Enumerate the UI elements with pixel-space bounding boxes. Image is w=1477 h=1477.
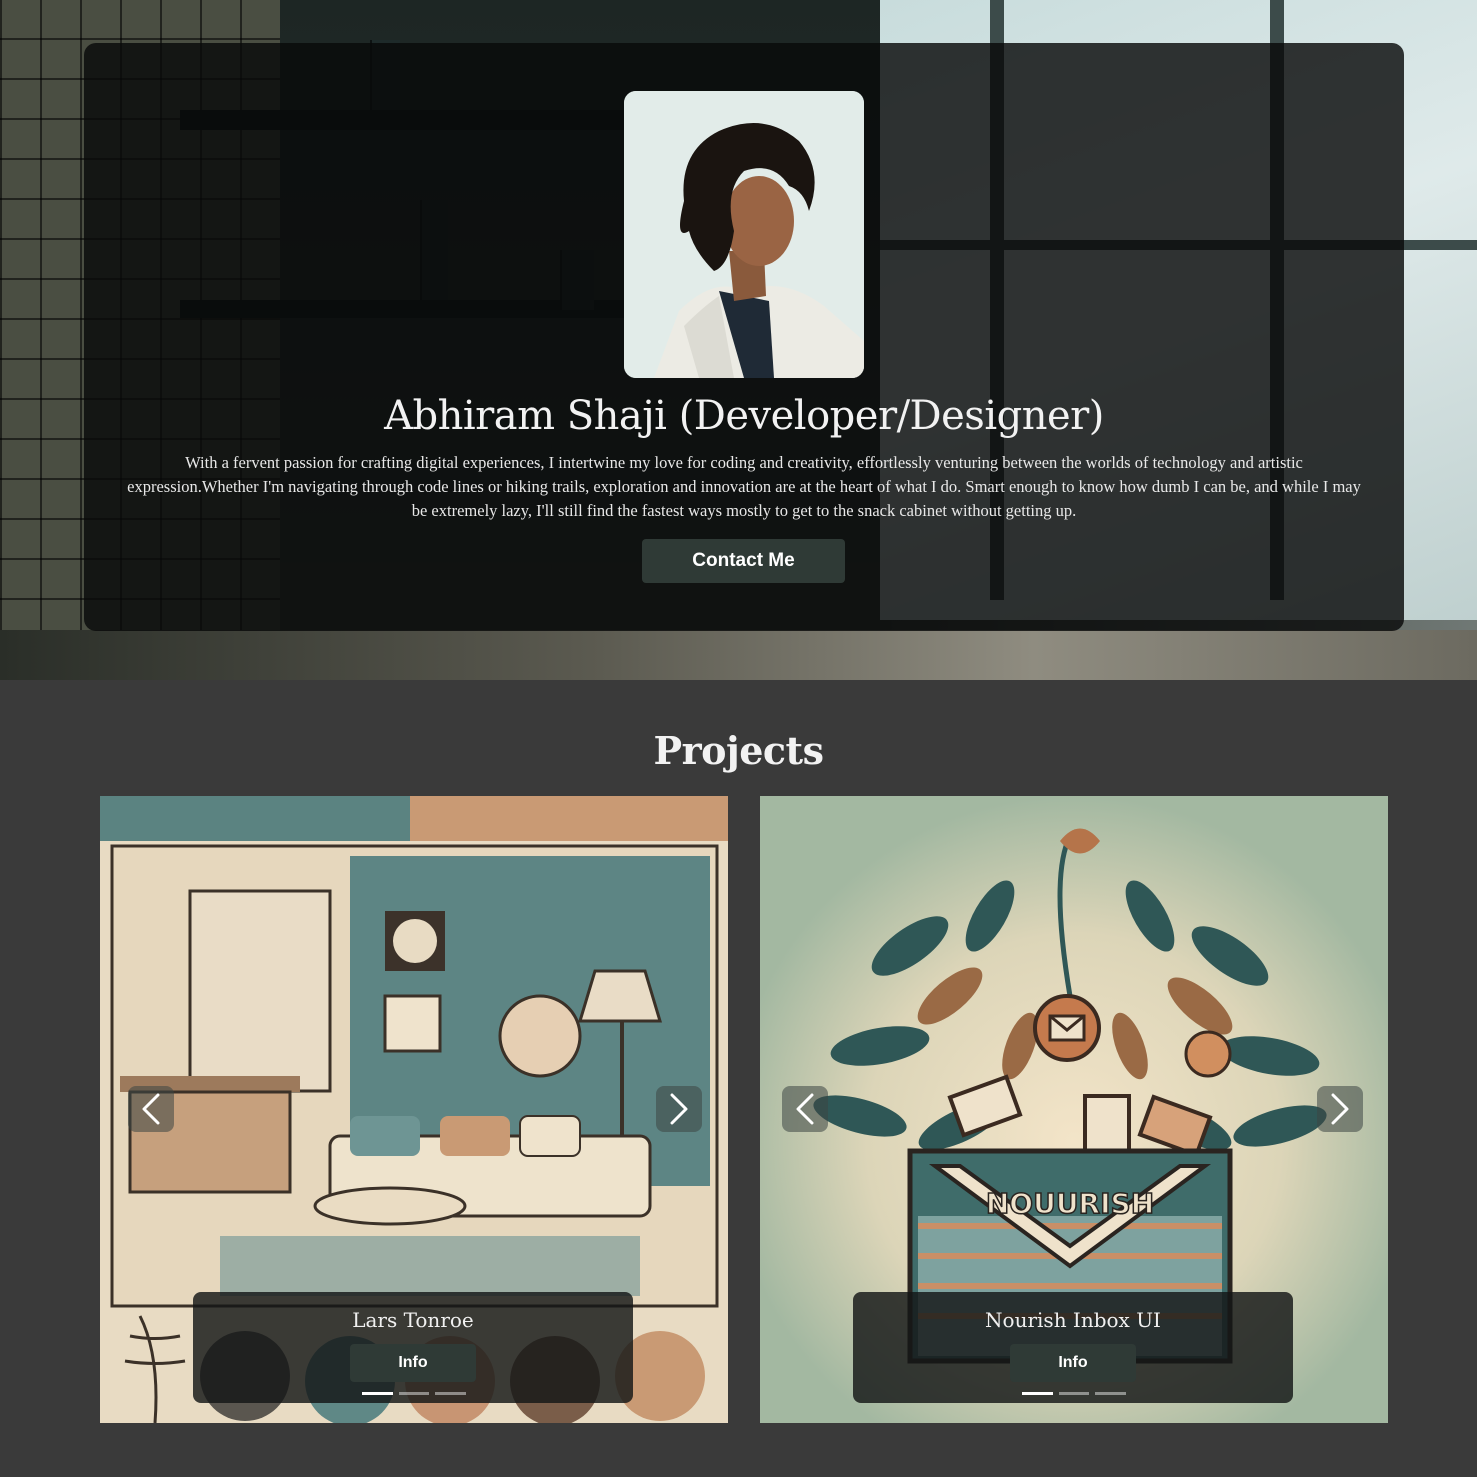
chevron-right-icon <box>670 1093 688 1125</box>
project-title: Lars Tonroe <box>352 1308 474 1332</box>
project-title: Nourish Inbox UI <box>985 1308 1161 1332</box>
project-caption: Nourish Inbox UI Info <box>853 1292 1293 1403</box>
carousel-indicator[interactable] <box>1022 1392 1053 1395</box>
hero-bio: With a fervent passion for crafting digi… <box>127 453 1361 520</box>
hero-card: Abhiram Shaji (Developer/Designer) With … <box>84 43 1404 631</box>
info-button[interactable]: Info <box>1010 1344 1136 1382</box>
chevron-left-icon <box>142 1093 160 1125</box>
carousel-indicator[interactable] <box>362 1392 393 1395</box>
carousel-indicators <box>362 1392 467 1396</box>
art-text: NOUURISH <box>986 1187 1154 1220</box>
carousel-prev-button[interactable] <box>782 1086 828 1132</box>
carousel-prev-button[interactable] <box>128 1086 174 1132</box>
carousel-indicators <box>1022 1392 1127 1396</box>
carousel-next-button[interactable] <box>1317 1086 1363 1132</box>
info-button[interactable]: Info <box>350 1344 476 1382</box>
project-caption: Lars Tonroe Info <box>193 1292 633 1403</box>
carousel-next-button[interactable] <box>656 1086 702 1132</box>
carousel-indicator[interactable] <box>398 1392 430 1395</box>
hero-section: Abhiram Shaji (Developer/Designer) With … <box>0 0 1477 680</box>
project-card-nourish-inbox: NOUURISH Nourish Inbox UI Info <box>760 796 1388 1423</box>
carousel-indicator[interactable] <box>435 1392 467 1395</box>
chevron-left-icon <box>796 1093 814 1125</box>
chevron-right-icon <box>1331 1093 1349 1125</box>
project-card-lars-tonroe: Lars Tonroe Info <box>100 796 728 1423</box>
hero-background-floor <box>0 630 1477 680</box>
carousel-indicator[interactable] <box>1095 1392 1127 1395</box>
contact-me-button[interactable]: Contact Me <box>642 539 845 583</box>
hero-name: Abhiram Shaji (Developer/Designer) <box>384 393 1104 439</box>
profile-photo <box>624 91 864 378</box>
projects-heading: Projects <box>653 728 824 773</box>
carousel-indicator[interactable] <box>1058 1392 1090 1395</box>
